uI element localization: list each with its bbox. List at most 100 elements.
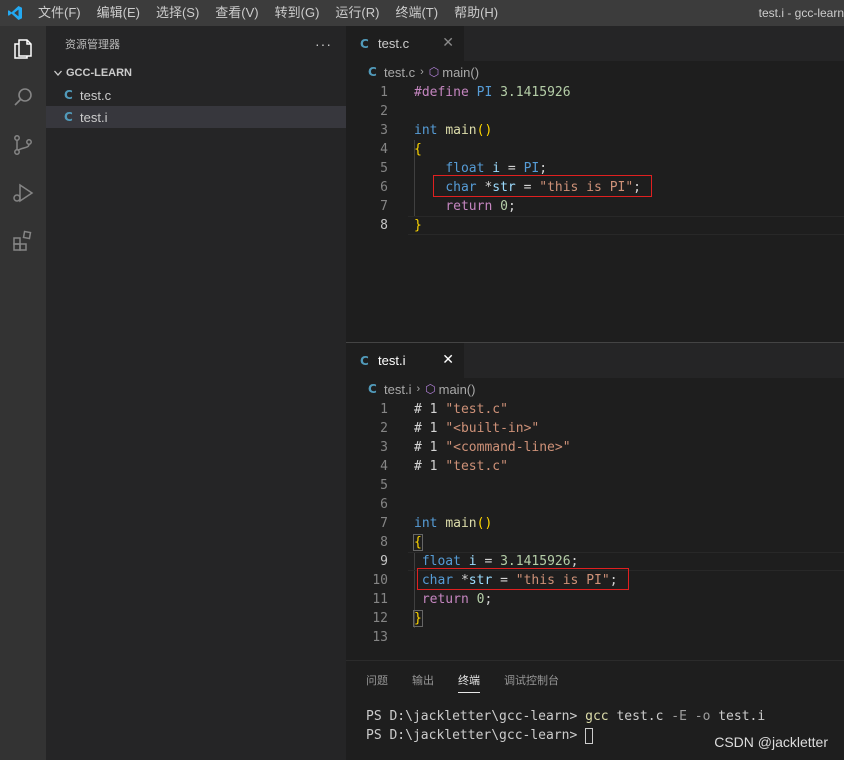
- method-icon: ⬡: [428, 65, 440, 79]
- token: *: [453, 573, 469, 588]
- code-line: 1 #define PI 3.1415926: [346, 83, 844, 102]
- tab-label: test.i: [378, 353, 406, 368]
- code-line: 7 int main(): [346, 514, 844, 533]
- menu-run[interactable]: 运行(R): [327, 0, 387, 26]
- code-line: 7 return 0;: [346, 197, 844, 216]
- search-icon[interactable]: [0, 74, 46, 120]
- bottom-panel: 问题 输出 终端 调试控制台 PS D:\jackletter\gcc-lear…: [346, 660, 844, 760]
- line-number: 2: [380, 104, 388, 119]
- code-editor[interactable]: 1 # 1 "test.c" 2 # 1 "<built-in>" 3 # 1 "<c…: [346, 400, 844, 660]
- explorer-icon[interactable]: [0, 26, 46, 72]
- tab-bar: C test.i ✕: [346, 343, 844, 378]
- token: # 1: [414, 421, 438, 436]
- line-number: 6: [380, 497, 388, 512]
- tab-output[interactable]: 输出: [412, 666, 434, 692]
- code-line: 4{: [346, 140, 844, 159]
- code-line: 5: [346, 476, 844, 495]
- terminal-flag: -E: [671, 709, 687, 724]
- token: #define: [414, 85, 469, 100]
- line-number: 6: [380, 180, 388, 195]
- editor-pane-bottom: C test.i ✕ C test.i › ⬡ main() 1 # 1 "tes…: [346, 343, 844, 660]
- token: ;: [507, 199, 516, 214]
- tab-test-i[interactable]: C test.i ✕: [346, 343, 464, 378]
- panel-tabs: 问题 输出 终端 调试控制台: [346, 661, 844, 697]
- source-control-icon[interactable]: [0, 122, 46, 168]
- code-line: 8}: [346, 216, 844, 235]
- menu-terminal[interactable]: 终端(T): [387, 0, 446, 26]
- token: # 1: [414, 402, 438, 417]
- token: =: [476, 554, 501, 569]
- breadcrumb-symbol[interactable]: main(): [442, 65, 479, 80]
- line-number: 11: [372, 592, 388, 607]
- tab-problems[interactable]: 问题: [366, 666, 388, 692]
- more-actions-icon[interactable]: ···: [315, 36, 332, 52]
- menu-file[interactable]: 文件(F): [30, 0, 89, 26]
- code-line: 2 # 1 "<built-in>": [346, 419, 844, 438]
- terminal-prompt: PS D:\jackletter\gcc-learn>: [366, 728, 586, 743]
- token: "test.c": [445, 459, 508, 474]
- token: "<command-line>": [445, 440, 571, 455]
- terminal-line[interactable]: PS D:\jackletter\gcc-learn> gcc test.c -…: [346, 707, 844, 726]
- code-editor[interactable]: 1 #define PI 3.1415926 2 3 int main() 4{ 5…: [346, 83, 844, 336]
- c-file-icon: C: [64, 110, 73, 124]
- line-number: 1: [380, 402, 388, 417]
- token: char: [421, 573, 454, 588]
- chevron-right-icon: ›: [416, 383, 421, 395]
- token: ;: [609, 573, 618, 588]
- editor-pane-top: C test.c ✕ C test.c › ⬡ main() 1 #define …: [346, 26, 844, 342]
- code-line: 5 float i = PI;: [346, 159, 844, 178]
- code-line: 8{: [346, 533, 844, 552]
- breadcrumb-symbol[interactable]: main(): [439, 382, 476, 397]
- line-number: 4: [380, 142, 388, 157]
- vscode-logo-icon[interactable]: [0, 0, 30, 26]
- menu-help[interactable]: 帮助(H): [446, 0, 506, 26]
- c-file-icon: C: [368, 65, 377, 79]
- c-file-icon: C: [360, 353, 369, 368]
- line-number: 8: [380, 218, 388, 233]
- token: =: [500, 161, 524, 176]
- close-icon[interactable]: ✕: [442, 35, 454, 51]
- line-number: 4: [380, 459, 388, 474]
- menu-selection[interactable]: 选择(S): [148, 0, 207, 26]
- token: return: [421, 592, 469, 607]
- line-number: 9: [380, 554, 388, 569]
- file-test-i[interactable]: C test.i: [46, 106, 346, 128]
- tab-bar: C test.c ✕: [346, 26, 844, 61]
- token: i: [492, 161, 501, 176]
- line-number: 2: [380, 421, 388, 436]
- line-number: 12: [372, 611, 388, 626]
- tab-test-c[interactable]: C test.c ✕: [346, 26, 464, 61]
- close-icon[interactable]: ✕: [442, 352, 454, 368]
- token: float: [445, 161, 485, 176]
- breadcrumb-file[interactable]: test.i: [384, 382, 411, 397]
- token: "this is PI": [539, 180, 634, 195]
- tab-debug-console[interactable]: 调试控制台: [504, 666, 559, 692]
- token: float: [421, 554, 461, 569]
- token: PI: [476, 85, 493, 100]
- extensions-icon[interactable]: [0, 218, 46, 264]
- menu-go[interactable]: 转到(G): [267, 0, 328, 26]
- token: 3.1415926: [500, 85, 571, 100]
- code-line: 12}: [346, 609, 844, 628]
- file-label: test.c: [80, 87, 112, 103]
- line-number: 1: [380, 85, 388, 100]
- code-line: 3 int main(): [346, 121, 844, 140]
- file-test-c[interactable]: C test.c: [46, 84, 346, 106]
- code-line: 13: [346, 628, 844, 647]
- line-number: 3: [380, 440, 388, 455]
- tab-terminal[interactable]: 终端: [458, 666, 480, 693]
- token: str: [468, 573, 493, 588]
- run-debug-icon[interactable]: [0, 170, 46, 216]
- breadcrumb-file[interactable]: test.c: [384, 65, 415, 80]
- line-number: 5: [380, 478, 388, 493]
- menu-edit[interactable]: 编辑(E): [89, 0, 148, 26]
- code-line: 2: [346, 102, 844, 121]
- terminal-command: gcc: [585, 709, 609, 724]
- c-file-icon: C: [360, 36, 369, 51]
- line-number: 7: [380, 199, 388, 214]
- code-line: 6: [346, 495, 844, 514]
- workspace-folder[interactable]: GCC-LEARN: [46, 62, 346, 84]
- workspace-folder-label: GCC-LEARN: [66, 67, 132, 79]
- menu-view[interactable]: 查看(V): [207, 0, 266, 26]
- token: =: [515, 180, 540, 195]
